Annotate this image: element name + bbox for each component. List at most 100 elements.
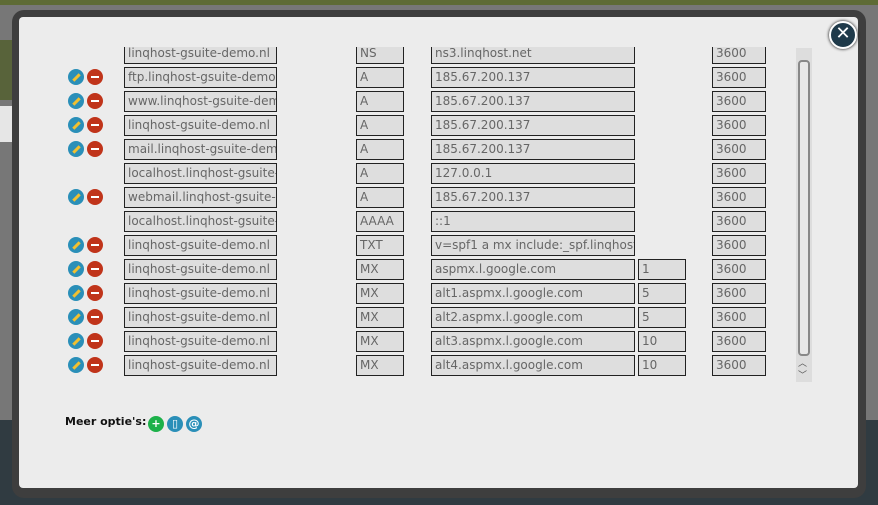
edit-icon[interactable] bbox=[68, 237, 84, 253]
edit-icon[interactable] bbox=[68, 285, 84, 301]
delete-icon[interactable] bbox=[87, 93, 103, 109]
edit-icon[interactable] bbox=[68, 93, 84, 109]
priority-field[interactable]: 5 bbox=[638, 283, 686, 304]
dns-record-row: webmail.linqhost-gsuite-demo.nl A 185.67.2… bbox=[19, 185, 799, 209]
value-field[interactable]: 185.67.200.137 bbox=[431, 91, 635, 112]
dns-record-row: linqhost-gsuite-demo.nl A 185.67.200.137 36… bbox=[19, 113, 799, 137]
type-field[interactable]: AAAA bbox=[356, 211, 404, 232]
type-field[interactable]: A bbox=[356, 163, 404, 184]
delete-icon[interactable] bbox=[87, 261, 103, 277]
value-field[interactable]: aspmx.l.google.com bbox=[431, 259, 635, 280]
delete-icon[interactable] bbox=[87, 309, 103, 325]
email-icon[interactable]: @ bbox=[186, 416, 202, 432]
type-field[interactable]: TXT bbox=[356, 235, 404, 256]
delete-icon[interactable] bbox=[87, 237, 103, 253]
type-field[interactable]: MX bbox=[356, 259, 404, 280]
add-icon[interactable]: + bbox=[148, 416, 164, 432]
name-field[interactable]: www.linqhost-gsuite-demo.nl bbox=[124, 91, 277, 112]
ttl-field[interactable]: 3600 bbox=[712, 91, 766, 112]
name-field[interactable]: linqhost-gsuite-demo.nl bbox=[124, 307, 277, 328]
delete-icon[interactable] bbox=[87, 69, 103, 85]
priority-field[interactable]: 1 bbox=[638, 259, 686, 280]
edit-icon[interactable] bbox=[68, 357, 84, 373]
edit-icon[interactable] bbox=[68, 117, 84, 133]
ttl-field[interactable]: 3600 bbox=[712, 67, 766, 88]
more-options-label: Meer optie's: bbox=[65, 415, 147, 428]
value-field[interactable]: alt3.aspmx.l.google.com bbox=[431, 331, 635, 352]
ttl-field[interactable]: 3600 bbox=[712, 115, 766, 136]
dns-records-list: linqhost-gsuite-demo.nl NS ns3.linqhost.ne… bbox=[19, 47, 799, 381]
delete-icon[interactable] bbox=[87, 141, 103, 157]
priority-field[interactable]: 10 bbox=[638, 355, 686, 376]
value-field[interactable]: 185.67.200.137 bbox=[431, 115, 635, 136]
ttl-field[interactable]: 3600 bbox=[712, 235, 766, 256]
ttl-field[interactable]: 3600 bbox=[712, 355, 766, 376]
name-field[interactable]: linqhost-gsuite-demo.nl bbox=[124, 115, 277, 136]
scrollbar[interactable]: ︿ ﹀ bbox=[796, 48, 812, 382]
edit-icon[interactable] bbox=[68, 141, 84, 157]
ttl-field[interactable]: 3600 bbox=[712, 331, 766, 352]
delete-icon[interactable] bbox=[87, 285, 103, 301]
dns-record-row: linqhost-gsuite-demo.nl TXT v=spf1 a mx in… bbox=[19, 233, 799, 257]
name-field[interactable]: webmail.linqhost-gsuite-demo.nl bbox=[124, 187, 277, 208]
type-field[interactable]: A bbox=[356, 115, 404, 136]
ttl-field[interactable]: 3600 bbox=[712, 187, 766, 208]
ttl-field[interactable]: 3600 bbox=[712, 47, 766, 64]
value-field[interactable]: v=spf1 a mx include:_spf.linqhost.nl ~al… bbox=[431, 235, 635, 256]
value-field[interactable]: ns3.linqhost.net bbox=[431, 47, 635, 64]
type-field[interactable]: A bbox=[356, 67, 404, 88]
value-field[interactable]: 185.67.200.137 bbox=[431, 67, 635, 88]
name-field[interactable]: mail.linqhost-gsuite-demo.nl bbox=[124, 139, 277, 160]
type-field[interactable]: MX bbox=[356, 283, 404, 304]
value-field[interactable]: 127.0.0.1 bbox=[431, 163, 635, 184]
value-field[interactable]: 185.67.200.137 bbox=[431, 187, 635, 208]
ttl-field[interactable]: 3600 bbox=[712, 163, 766, 184]
edit-icon[interactable] bbox=[68, 189, 84, 205]
close-button[interactable]: ✕ bbox=[829, 21, 857, 49]
type-field[interactable]: A bbox=[356, 91, 404, 112]
type-field[interactable]: MX bbox=[356, 355, 404, 376]
ttl-field[interactable]: 3600 bbox=[712, 139, 766, 160]
name-field[interactable]: linqhost-gsuite-demo.nl bbox=[124, 331, 277, 352]
dns-record-row: linqhost-gsuite-demo.nl NS ns3.linqhost.ne… bbox=[19, 47, 799, 65]
ttl-field[interactable]: 3600 bbox=[712, 307, 766, 328]
dns-records-modal: linqhost-gsuite-demo.nl NS ns3.linqhost.ne… bbox=[19, 17, 858, 488]
delete-icon[interactable] bbox=[87, 189, 103, 205]
delete-icon[interactable] bbox=[87, 117, 103, 133]
top-bar bbox=[0, 0, 878, 5]
dns-record-row: ftp.linqhost-gsuite-demo.nl A 185.67.200.1… bbox=[19, 65, 799, 89]
type-field[interactable]: MX bbox=[356, 331, 404, 352]
name-field[interactable]: ftp.linqhost-gsuite-demo.nl bbox=[124, 67, 277, 88]
name-field[interactable]: localhost.linqhost-gsuite-demo.nl bbox=[124, 163, 277, 184]
value-field[interactable]: alt1.aspmx.l.google.com bbox=[431, 283, 635, 304]
dns-record-row: www.linqhost-gsuite-demo.nl A 185.67.200.1… bbox=[19, 89, 799, 113]
type-field[interactable]: A bbox=[356, 187, 404, 208]
name-field[interactable]: linqhost-gsuite-demo.nl bbox=[124, 283, 277, 304]
value-field[interactable]: 185.67.200.137 bbox=[431, 139, 635, 160]
type-field[interactable]: NS bbox=[356, 47, 404, 64]
scrollbar-thumb[interactable] bbox=[798, 60, 810, 356]
name-field[interactable]: localhost.linqhost-gsuite-demo.nl bbox=[124, 211, 277, 232]
value-field[interactable]: ::1 bbox=[431, 211, 635, 232]
name-field[interactable]: linqhost-gsuite-demo.nl bbox=[124, 47, 277, 64]
priority-field[interactable]: 5 bbox=[638, 307, 686, 328]
type-field[interactable]: MX bbox=[356, 307, 404, 328]
ttl-field[interactable]: 3600 bbox=[712, 211, 766, 232]
name-field[interactable]: linqhost-gsuite-demo.nl bbox=[124, 235, 277, 256]
name-field[interactable]: linqhost-gsuite-demo.nl bbox=[124, 355, 277, 376]
ttl-field[interactable]: 3600 bbox=[712, 283, 766, 304]
priority-field[interactable]: 10 bbox=[638, 331, 686, 352]
ttl-field[interactable]: 3600 bbox=[712, 259, 766, 280]
edit-icon[interactable] bbox=[68, 309, 84, 325]
document-icon[interactable]: ▯ bbox=[167, 416, 183, 432]
edit-icon[interactable] bbox=[68, 69, 84, 85]
edit-icon[interactable] bbox=[68, 261, 84, 277]
delete-icon[interactable] bbox=[87, 333, 103, 349]
delete-icon[interactable] bbox=[87, 357, 103, 373]
scroll-down-icon[interactable]: ﹀ bbox=[798, 368, 807, 381]
value-field[interactable]: alt2.aspmx.l.google.com bbox=[431, 307, 635, 328]
type-field[interactable]: A bbox=[356, 139, 404, 160]
edit-icon[interactable] bbox=[68, 333, 84, 349]
value-field[interactable]: alt4.aspmx.l.google.com bbox=[431, 355, 635, 376]
name-field[interactable]: linqhost-gsuite-demo.nl bbox=[124, 259, 277, 280]
